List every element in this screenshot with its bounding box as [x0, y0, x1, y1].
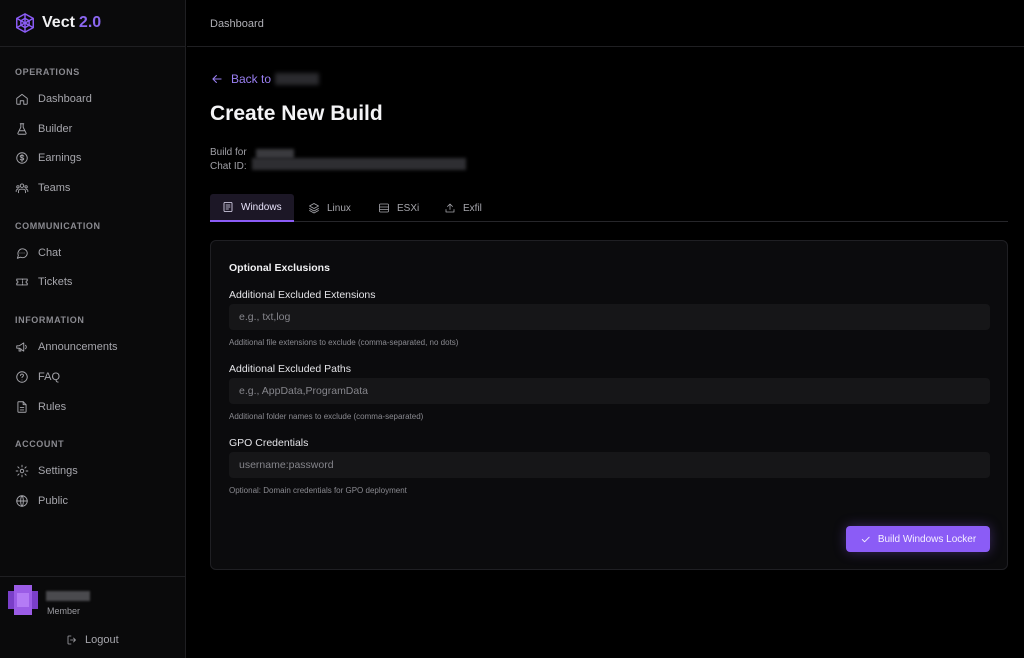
user-panel: Member Logout — [0, 576, 186, 658]
tab-label: ESXi — [397, 202, 420, 214]
sidebar-item-label: Builder — [38, 123, 73, 135]
chat-id-redacted — [252, 158, 466, 170]
page-title: Create New Build — [210, 102, 383, 125]
document-icon — [17, 401, 27, 413]
user-role: Member — [47, 606, 81, 616]
build-for-label: Build for — [210, 147, 247, 158]
tab-esxi[interactable]: ESXi — [366, 194, 431, 222]
extensions-input[interactable] — [229, 304, 990, 330]
logout-label: Logout — [85, 634, 119, 646]
tab-windows[interactable]: Windows — [210, 194, 294, 222]
help-icon — [16, 371, 28, 383]
sidebar-item-label: Public — [38, 495, 68, 507]
user-name-redacted — [46, 591, 90, 601]
sidebar-item-rules[interactable]: Rules — [15, 396, 66, 418]
back-target-redacted — [275, 73, 320, 85]
sidebar-item-teams[interactable]: Teams — [15, 177, 70, 199]
tab-label: Windows — [241, 201, 282, 213]
breadcrumb: Dashboard — [210, 18, 264, 30]
sidebar-item-dashboard[interactable]: Dashboard — [15, 88, 92, 110]
home-icon — [16, 93, 28, 105]
sidebar-item-announcements[interactable]: Announcements — [15, 336, 118, 358]
check-icon — [861, 536, 870, 542]
sidebar-item-earnings[interactable]: Earnings — [15, 147, 81, 169]
sidebar-item-chat[interactable]: Chat — [15, 242, 61, 264]
gpo-credentials-input[interactable] — [229, 452, 990, 478]
section-title-communication: COMMUNICATION — [15, 221, 101, 231]
logo-icon — [16, 13, 34, 33]
users-icon — [15, 183, 29, 194]
card-title: Optional Exclusions — [229, 262, 330, 274]
sidebar-item-label: Chat — [38, 247, 62, 259]
chat-icon — [16, 248, 28, 259]
gear-icon — [15, 464, 29, 478]
megaphone-icon — [16, 342, 27, 352]
back-link[interactable]: Back to — [210, 72, 320, 86]
flask-icon — [17, 123, 27, 135]
sidebar-item-label: Teams — [38, 182, 71, 194]
sidebar-item-label: Earnings — [38, 152, 82, 164]
dollar-icon — [16, 152, 28, 164]
paths-help: Additional folder names to exclude (comm… — [229, 412, 424, 421]
paths-input[interactable] — [229, 378, 990, 404]
avatar[interactable] — [8, 585, 38, 615]
brand[interactable]: Vect 2.0 — [0, 0, 185, 47]
layers-icon — [309, 203, 319, 214]
sidebar-item-label: FAQ — [38, 371, 61, 383]
sidebar: Vect 2.0 OPERATIONS Dashboard Builder Ea… — [0, 0, 186, 658]
section-title-operations: OPERATIONS — [15, 67, 80, 77]
sidebar-item-label: Announcements — [38, 341, 118, 353]
logout-icon — [67, 635, 76, 645]
sidebar-item-public[interactable]: Public — [15, 490, 68, 512]
section-title-information: INFORMATION — [15, 315, 85, 325]
sidebar-item-tickets[interactable]: Tickets — [15, 271, 72, 293]
ticket-icon — [16, 278, 28, 286]
chat-id-label: Chat ID: — [210, 161, 247, 172]
sidebar-item-faq[interactable]: FAQ — [15, 366, 60, 388]
brand-version: 2.0 — [78, 14, 102, 31]
logout-button[interactable]: Logout — [66, 634, 119, 646]
file-icon — [223, 202, 233, 212]
upload-icon — [445, 203, 455, 213]
section-title-account: ACCOUNT — [15, 439, 65, 449]
extensions-help: Additional file extensions to exclude (c… — [229, 338, 459, 347]
tab-label: Exfil — [463, 202, 482, 214]
sidebar-item-settings[interactable]: Settings — [15, 460, 78, 482]
tab-label: Linux — [327, 202, 351, 214]
exclusions-card: Optional Exclusions Additional Excluded … — [210, 240, 1008, 570]
sidebar-item-builder[interactable]: Builder — [15, 118, 72, 140]
paths-label: Additional Excluded Paths — [229, 363, 351, 375]
sidebar-item-label: Rules — [38, 401, 67, 413]
tab-exfil[interactable]: Exfil — [432, 194, 494, 222]
extensions-label: Additional Excluded Extensions — [229, 289, 376, 301]
platform-tabs: Windows Linux ESXi Exfil — [210, 194, 1008, 222]
topbar: Dashboard — [187, 0, 1024, 47]
server-icon — [379, 203, 389, 213]
gpo-credentials-help: Optional: Domain credentials for GPO dep… — [229, 486, 407, 495]
sidebar-item-label: Settings — [38, 465, 78, 477]
tab-linux[interactable]: Linux — [296, 194, 363, 222]
sidebar-item-label: Tickets — [38, 276, 73, 288]
brand-name: Vect — [42, 14, 75, 31]
gpo-credentials-label: GPO Credentials — [229, 437, 309, 449]
build-button-label: Build Windows Locker — [877, 533, 977, 545]
build-windows-locker-button[interactable]: Build Windows Locker — [846, 526, 990, 552]
arrow-left-icon — [212, 74, 222, 84]
globe-icon — [16, 495, 28, 507]
sidebar-item-label: Dashboard — [38, 93, 92, 105]
back-label: Back to — [231, 72, 272, 86]
